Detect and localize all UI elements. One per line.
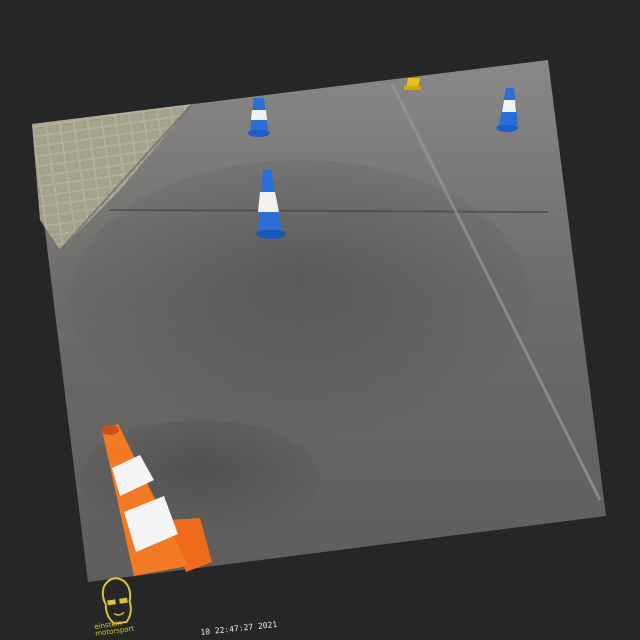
image-canvas: einstein motorsport 10 22:47:27 2021 <box>0 0 640 640</box>
photo-frame <box>32 60 606 582</box>
tree-shade <box>70 160 530 440</box>
face-with-sunglasses-icon <box>101 577 132 625</box>
pavement-photo <box>32 60 606 625</box>
